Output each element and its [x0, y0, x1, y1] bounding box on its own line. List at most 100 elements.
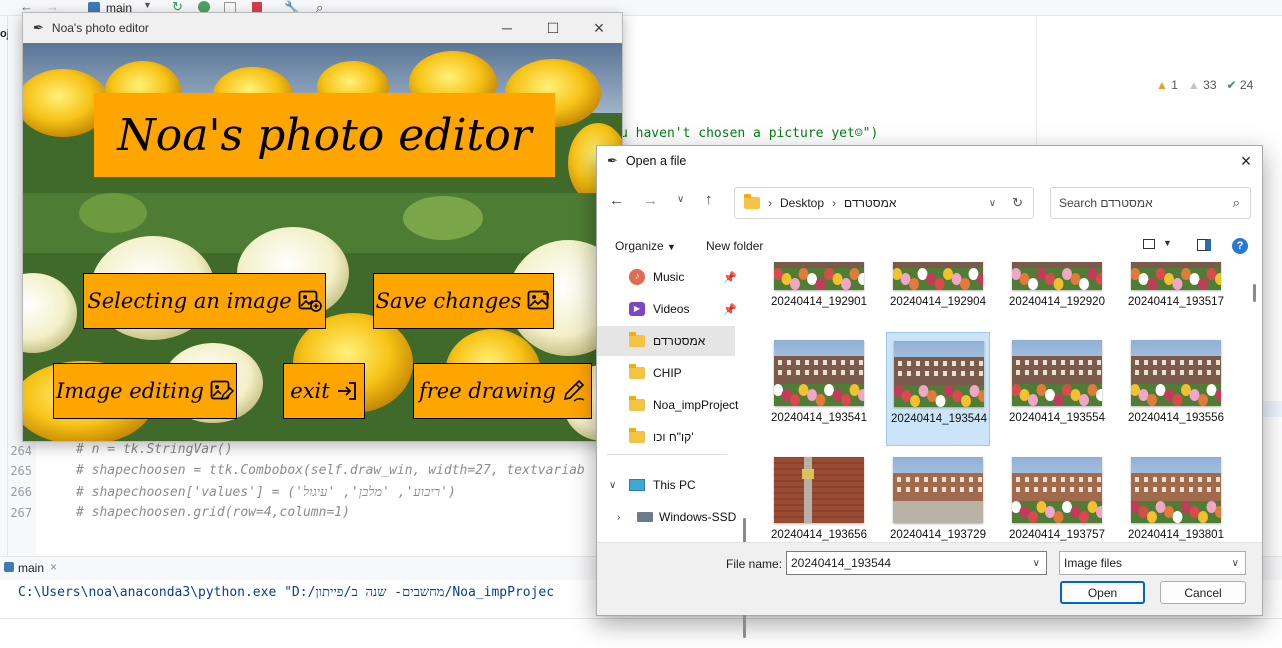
- scrollbar-thumb[interactable]: [1253, 284, 1256, 302]
- chevron-down-icon[interactable]: ∨: [1033, 558, 1040, 569]
- minimize-icon[interactable]: ─: [484, 13, 530, 43]
- inspection-widget[interactable]: ▲ 1 ▲ 33 ✔ 24: [1156, 78, 1253, 92]
- refresh-icon[interactable]: ↻: [1012, 195, 1023, 211]
- file-tile[interactable]: 20240414_193757: [1005, 449, 1109, 542]
- dialog-titlebar[interactable]: ✒ Open a file ×: [597, 146, 1262, 176]
- background-photo: Noa's photo editor Selecting an image Sa…: [23, 43, 622, 441]
- open-button[interactable]: Open: [1060, 581, 1145, 604]
- exit-button[interactable]: exit: [283, 363, 365, 419]
- breadcrumb-separator: ›: [832, 196, 837, 210]
- dialog-title: Open a file: [625, 154, 687, 168]
- chevron-down-icon[interactable]: ∨: [609, 480, 619, 491]
- chevron-down-icon[interactable]: ▼: [143, 0, 152, 10]
- app-window: ✒ Noa's photo editor ─ ☐ × Noa's photo e…: [22, 12, 623, 442]
- chevron-down-icon[interactable]: ∨: [989, 198, 996, 209]
- window-title: Noa's photo editor: [51, 21, 149, 35]
- address-bar[interactable]: › Desktop › אמסטרדם ∨ ↻: [734, 187, 1034, 219]
- file-tile[interactable]: 20240414_193517: [1124, 262, 1228, 330]
- folder-icon: [629, 396, 645, 411]
- file-tile[interactable]: 20240414_192904: [886, 262, 990, 330]
- nav-item-videos[interactable]: ▶ Videos 📌: [597, 294, 737, 324]
- breadcrumb-current[interactable]: אמסטרדם: [844, 196, 989, 210]
- chevron-right-icon[interactable]: ›: [617, 512, 627, 523]
- close-icon[interactable]: ×: [50, 560, 57, 574]
- folder-icon: [629, 332, 645, 347]
- command-bar: Organize ▼ New folder ▼ ?: [597, 232, 1262, 260]
- warning-count: ▲ 33: [1187, 78, 1217, 92]
- chevron-down-icon[interactable]: ▼: [1163, 238, 1172, 248]
- file-tile[interactable]: 20240414_193556: [1124, 332, 1228, 446]
- image-thumbnail: [894, 341, 984, 407]
- folder-icon: [744, 194, 760, 209]
- nav-item-music[interactable]: ♪ Music 📌: [597, 262, 737, 292]
- image-thumbnail: [774, 340, 864, 406]
- weak-warning-icon: ▲: [1187, 78, 1200, 92]
- file-type-select[interactable]: Image files ∨: [1059, 551, 1246, 575]
- file-tile[interactable]: 20240414_193656: [767, 449, 871, 542]
- nav-item-chip[interactable]: CHIP: [597, 358, 737, 388]
- image-editing-button[interactable]: Image editing: [53, 363, 237, 419]
- file-list-scrollbar[interactable]: [1253, 262, 1257, 542]
- file-tile[interactable]: 20240414_193544: [886, 332, 990, 446]
- file-tile[interactable]: 20240414_193801: [1124, 449, 1228, 542]
- check-icon: ✔: [1226, 78, 1237, 92]
- image-thumbnail: [774, 262, 864, 290]
- pin-icon[interactable]: 📌: [723, 303, 737, 316]
- code-line: # shapechoosen.grid(row=4,column=1): [76, 505, 350, 520]
- forward-icon[interactable]: →: [643, 192, 658, 209]
- dialog-nav-bar: ← → ∨ ↑ › Desktop › אמסטרדם ∨ ↻ Search א…: [597, 182, 1262, 222]
- file-tile[interactable]: 20240414_193729: [886, 449, 990, 542]
- up-icon[interactable]: ↑: [705, 191, 713, 208]
- file-name-input[interactable]: 20240414_193544: [787, 556, 1033, 570]
- search-input[interactable]: Search אמסטרדם: [1051, 196, 1233, 210]
- nav-item-amsterdam[interactable]: אמסטרדם: [597, 326, 735, 356]
- free-drawing-button[interactable]: free drawing: [413, 363, 592, 419]
- pin-icon[interactable]: 📌: [723, 271, 737, 284]
- nav-item-cv[interactable]: קו"ח וכו': [597, 422, 737, 452]
- file-tile[interactable]: 20240414_192920: [1005, 262, 1109, 330]
- app-titlebar[interactable]: ✒ Noa's photo editor ─ ☐ ×: [23, 13, 622, 43]
- add-image-icon: [298, 290, 322, 312]
- organize-menu[interactable]: Organize ▼: [615, 239, 676, 253]
- select-image-button[interactable]: Selecting an image: [83, 273, 326, 329]
- navigation-pane: ♪ Music 📌 ▶ Videos 📌 אמסטרדם CHIP Noa_im…: [597, 262, 746, 638]
- breadcrumb-desktop[interactable]: Desktop: [780, 196, 824, 210]
- file-name: 20240414_193541: [771, 412, 867, 424]
- ok-count: ✔ 24: [1226, 78, 1254, 92]
- preview-pane-icon[interactable]: [1197, 239, 1211, 251]
- warning-triangle-icon: ▲: [1156, 78, 1168, 92]
- folder-icon: [629, 428, 645, 443]
- search-box[interactable]: Search אמסטרדם ⌕: [1050, 187, 1251, 219]
- folder-icon: [629, 364, 645, 379]
- image-thumbnail: [1012, 457, 1102, 523]
- file-name: 20240414_193554: [1009, 412, 1105, 424]
- chevron-down-icon: ▼: [667, 242, 676, 252]
- help-icon[interactable]: ?: [1232, 238, 1248, 254]
- file-name-field[interactable]: 20240414_193544 ∨: [786, 551, 1047, 575]
- close-icon[interactable]: ×: [576, 13, 622, 43]
- recent-chevron-icon[interactable]: ∨: [677, 194, 684, 205]
- breadcrumb-separator: ›: [768, 196, 772, 210]
- file-tile[interactable]: 20240414_193554: [1005, 332, 1109, 446]
- back-icon[interactable]: ←: [609, 192, 624, 209]
- maximize-icon[interactable]: ☐: [530, 13, 576, 43]
- stop-icon[interactable]: [252, 2, 262, 12]
- save-changes-button[interactable]: Save changes: [373, 273, 554, 329]
- code-line: # shapechoosen = ttk.Combobox(self.draw_…: [76, 463, 585, 478]
- python-icon: [4, 562, 14, 572]
- image-thumbnail: [893, 457, 983, 523]
- cancel-button[interactable]: Cancel: [1160, 581, 1246, 604]
- file-tile[interactable]: 20240414_193541: [767, 332, 871, 446]
- close-icon[interactable]: ×: [1230, 151, 1262, 172]
- nav-item-drive[interactable]: › Windows-SSD: [597, 502, 737, 532]
- nav-item-noa-project[interactable]: Noa_impProject: [597, 390, 738, 420]
- file-tile[interactable]: 20240414_192901: [767, 262, 871, 330]
- file-name: 20240414_193544: [891, 413, 987, 425]
- view-icon[interactable]: [1143, 239, 1155, 249]
- image-thumbnail: [893, 262, 983, 290]
- file-name-label: File name:: [726, 557, 783, 571]
- run-tab[interactable]: main: [18, 561, 44, 575]
- nav-item-this-pc[interactable]: ∨ This PC: [597, 470, 737, 500]
- save-image-icon: [528, 290, 550, 310]
- new-folder-button[interactable]: New folder: [706, 239, 763, 253]
